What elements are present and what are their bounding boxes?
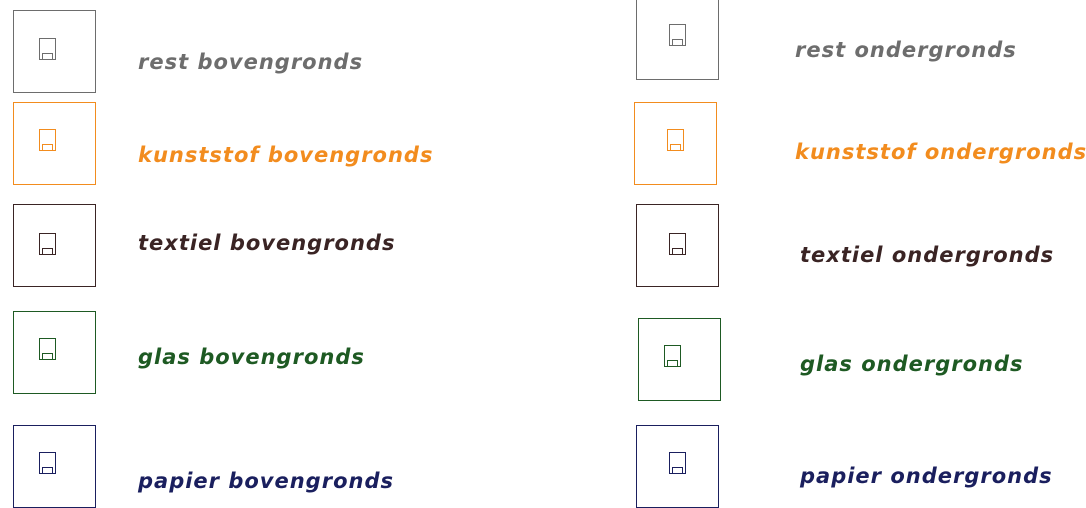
textiel-bovengronds-symbol [13,204,96,287]
glas-ondergronds-symbol [638,318,721,401]
papier-bovengronds-label: papier bovengronds [138,469,394,493]
container-icon [669,24,686,46]
rest-ondergronds-label: rest ondergronds [795,38,1017,62]
container-icon [39,338,56,360]
glas-bovengronds-symbol [13,311,96,394]
kunststof-bovengronds-label: kunststof bovengronds [138,143,434,167]
textiel-ondergronds-label: textiel ondergronds [800,243,1055,267]
textiel-bovengronds-label: textiel bovengronds [138,231,396,255]
glas-bovengronds-label: glas bovengronds [138,345,365,369]
glas-ondergronds-label: glas ondergronds [800,352,1024,376]
container-icon [667,129,684,151]
rest-bovengronds-symbol [13,10,96,93]
container-icon [669,452,686,474]
kunststof-ondergronds-label: kunststof ondergronds [795,140,1086,164]
container-icon [39,452,56,474]
container-icon [39,38,56,60]
papier-bovengronds-symbol [13,425,96,508]
kunststof-bovengronds-symbol [13,102,96,185]
kunststof-ondergronds-symbol [634,102,717,185]
container-icon [664,345,681,367]
container-icon [669,233,686,255]
container-icon [39,233,56,255]
rest-ondergronds-symbol [636,0,719,80]
container-icon [39,129,56,151]
rest-bovengronds-label: rest bovengronds [138,50,364,74]
papier-ondergronds-symbol [636,425,719,508]
textiel-ondergronds-symbol [636,204,719,287]
papier-ondergronds-label: papier ondergronds [800,464,1053,488]
